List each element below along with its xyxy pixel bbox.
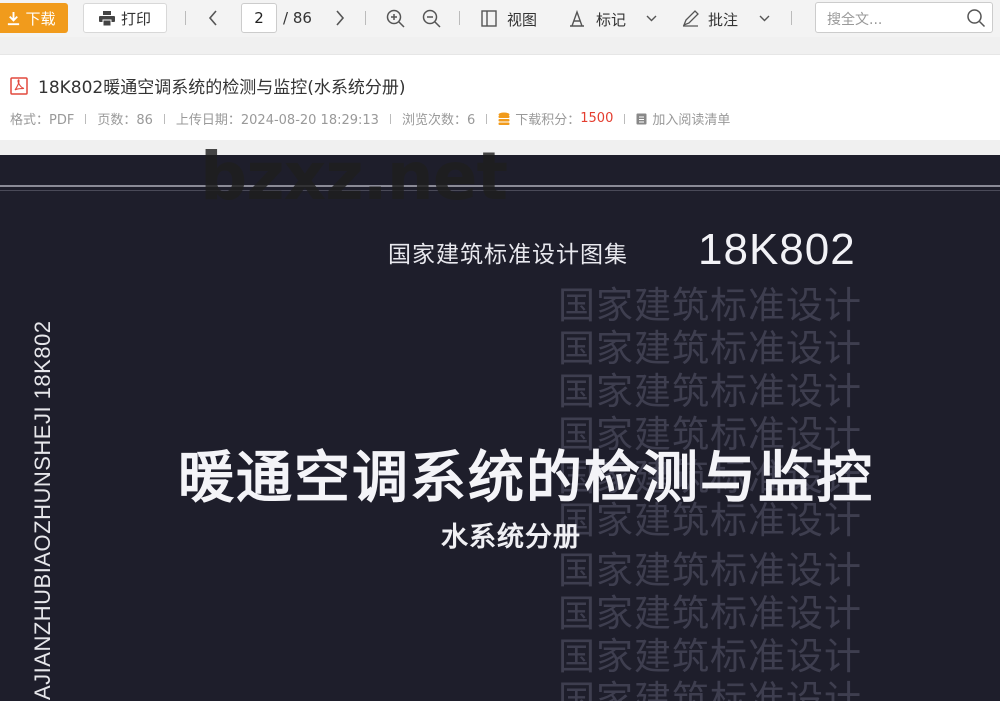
meta-divider xyxy=(85,113,87,124)
cover-series-title: 国家建筑标准设计图集 xyxy=(388,242,628,268)
mark-icon[interactable] xyxy=(568,9,586,27)
document-meta: 格式：PDF 页数：86 上传日期：2024-08-20 18:29:13 浏览… xyxy=(10,109,730,128)
annotate-label[interactable]: 批注 xyxy=(708,9,738,30)
cover-main-title: 暖通空调系统的检测与监控 xyxy=(178,446,874,511)
meta-points-label: 下载积分： xyxy=(515,113,581,128)
search-input[interactable]: 搜全文... xyxy=(827,9,882,29)
meta-divider xyxy=(389,113,391,124)
document-title-row: 18K802暖通空调系统的检测与监控(水系统分册) xyxy=(10,73,406,98)
annotate-icon[interactable] xyxy=(681,9,699,27)
search-icon[interactable] xyxy=(966,8,986,28)
chevron-down-icon[interactable] xyxy=(644,12,658,24)
meta-divider xyxy=(486,113,488,124)
meta-format: 格式：PDF xyxy=(10,113,75,128)
zoom-in-icon[interactable] xyxy=(385,8,405,28)
add-reading-list-link[interactable]: 加入阅读清单 xyxy=(652,109,730,128)
divider xyxy=(459,11,460,25)
meta-divider xyxy=(163,113,165,124)
next-page-icon[interactable] xyxy=(331,9,349,27)
download-label: 下载 xyxy=(25,9,56,28)
document-page: 国家建筑标准设计图集 18K802 国家建筑标准设计 国家建筑标准设计 国家建筑… xyxy=(0,155,1000,701)
print-button[interactable]: 打印 xyxy=(83,3,167,33)
zoom-out-icon[interactable] xyxy=(421,8,441,28)
search-box[interactable]: 搜全文... xyxy=(815,2,993,33)
meta-views: 浏览次数：6 xyxy=(401,113,476,128)
site-watermark: bzxz.net xyxy=(200,138,508,215)
divider xyxy=(185,11,186,25)
view-icon[interactable] xyxy=(480,9,498,27)
document-title: 18K802暖通空调系统的检测与监控(水系统分册) xyxy=(38,78,406,98)
meta-upload-date: 上传日期：2024-08-20 18:29:13 xyxy=(175,113,379,128)
meta-divider xyxy=(624,113,626,124)
page-total: / 86 xyxy=(283,9,312,27)
cover-code: 18K802 xyxy=(698,225,856,274)
download-button[interactable]: 下载 xyxy=(0,3,68,33)
chevron-down-icon[interactable] xyxy=(757,12,771,24)
toolbar: 下载 打印 2 / 86 视图 标记 批注 搜全文... xyxy=(0,0,1000,37)
download-icon xyxy=(8,11,20,25)
page-number-input[interactable]: 2 xyxy=(241,3,277,33)
printer-icon xyxy=(98,10,115,26)
mark-label[interactable]: 标记 xyxy=(596,9,626,30)
document-info-panel: 18K802暖通空调系统的检测与监控(水系统分册) 格式：PDF 页数：86 上… xyxy=(0,54,1000,140)
cover-background-text: 国家建筑标准设计 xyxy=(558,678,862,701)
prev-page-icon[interactable] xyxy=(204,9,222,27)
coin-stack-icon xyxy=(498,112,510,125)
divider xyxy=(791,11,792,25)
view-label[interactable]: 视图 xyxy=(507,9,537,30)
cover-sub-title: 水系统分册 xyxy=(441,522,581,553)
divider xyxy=(365,11,366,25)
pdf-icon xyxy=(10,76,28,95)
cover-spine-text: AJIANZHUBIAOZHUNSHEJI 18K802 xyxy=(30,320,55,700)
document-icon xyxy=(636,113,647,124)
meta-points-value: 1500 xyxy=(580,111,614,126)
print-label: 打印 xyxy=(120,9,151,28)
meta-pages: 页数：86 xyxy=(97,113,153,128)
